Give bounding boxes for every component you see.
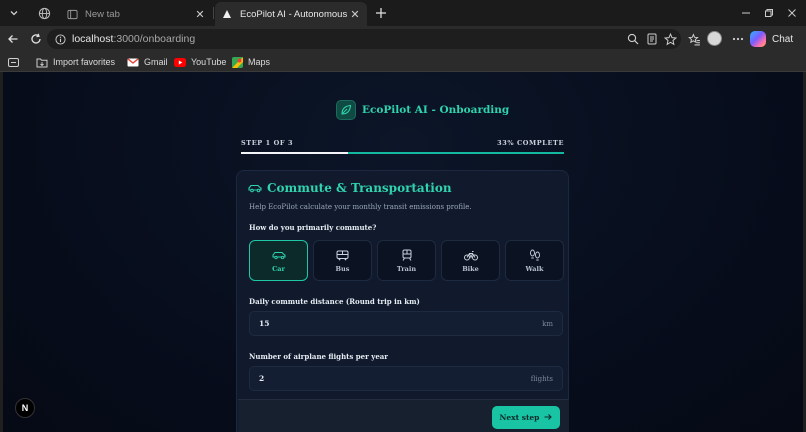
arrow-right-icon (544, 413, 553, 423)
url-path: :3000/onboarding (113, 33, 196, 45)
flights-value: 2 (259, 374, 265, 383)
bookmark-label: Import favorites (53, 57, 116, 67)
progress-label: 33% COMPLETE (497, 139, 564, 147)
step-label: STEP 1 OF 3 (241, 139, 294, 147)
commute-option-walk[interactable]: Walk (505, 240, 564, 281)
bike-icon (463, 248, 478, 262)
commute-question: How do you primarily commute? (249, 223, 377, 232)
restore-button[interactable] (760, 4, 778, 22)
dev-badge-label: N (21, 403, 29, 413)
more-options-icon[interactable] (731, 32, 745, 46)
tab-new-tab[interactable]: New tab ✕ (60, 2, 212, 26)
plus-icon (376, 8, 386, 18)
url-host: localhost (72, 33, 114, 45)
favorites-icon[interactable] (687, 32, 701, 46)
copilot-chat-button[interactable]: Chat (750, 29, 793, 49)
site-info-icon[interactable] (53, 32, 67, 46)
tab-divider (213, 7, 214, 19)
bookmark-import-favorites[interactable]: Import favorites (36, 55, 115, 69)
page-viewport: EcoPilot AI - Onboarding STEP 1 OF 3 33%… (3, 72, 803, 432)
new-tab-button[interactable] (372, 4, 390, 22)
card-subtitle: Help EcoPilot calculate your monthly tra… (249, 203, 472, 211)
card-heading: Commute & Transportation (248, 181, 452, 195)
close-icon[interactable]: ✕ (348, 7, 362, 21)
car-icon (272, 248, 286, 262)
tab-actions-menu[interactable] (5, 4, 23, 22)
page-title: EcoPilot AI - Onboarding (362, 104, 510, 116)
profile-avatar[interactable] (707, 31, 722, 46)
close-icon[interactable]: ✕ (193, 7, 207, 21)
folder-icon (36, 56, 48, 68)
commute-option-train[interactable]: Train (377, 240, 436, 281)
commute-option-car[interactable]: Car (249, 240, 308, 281)
reload-button[interactable] (27, 30, 45, 48)
minimize-button[interactable] (737, 4, 755, 22)
bookmarks-bar: Import favorites Gmail YouTube Maps (0, 52, 806, 72)
option-label: Bike (462, 265, 479, 273)
address-bar[interactable]: localhost:3000/onboarding (47, 29, 681, 49)
commute-option-bus[interactable]: Bus (313, 240, 372, 281)
distance-value: 15 (259, 319, 270, 328)
triangle-logo-icon (220, 7, 234, 21)
progress-bar (241, 152, 564, 154)
nextjs-dev-indicator[interactable]: N (15, 398, 35, 418)
card-title: Commute & Transportation (267, 181, 452, 195)
url-text: localhost:3000/onboarding (72, 33, 195, 45)
minimize-icon (742, 12, 750, 14)
refresh-icon (31, 33, 41, 44)
page-icon (65, 7, 79, 21)
brand-header: EcoPilot AI - Onboarding (336, 100, 509, 120)
reader-view-icon[interactable] (645, 32, 659, 46)
flights-input[interactable]: 2 flights (249, 366, 563, 391)
bookmarks-icon (7, 56, 19, 68)
step-indicator: STEP 1 OF 3 33% COMPLETE (241, 139, 564, 147)
next-step-button[interactable]: Next step (492, 406, 560, 429)
zoom-icon[interactable] (626, 32, 640, 46)
bookmark-maps[interactable]: Maps (231, 55, 270, 69)
option-label: Bus (335, 265, 350, 273)
close-window-button[interactable] (783, 4, 801, 22)
next-step-label: Next step (499, 413, 540, 422)
option-label: Walk (525, 265, 544, 273)
copilot-icon (750, 31, 766, 47)
bookmark-label: Gmail (144, 57, 168, 67)
train-icon (400, 248, 414, 262)
flights-label: Number of airplane flights per year (249, 352, 388, 361)
youtube-icon (174, 56, 186, 68)
tab-ecopilot[interactable]: EcoPilot AI - Autonomous Carbon ✕ (215, 2, 367, 26)
tab-strip: New tab ✕ EcoPilot AI - Autonomous Carbo… (0, 0, 806, 26)
bookmarks-menu-button[interactable] (7, 55, 24, 69)
option-label: Car (272, 265, 285, 273)
car-icon (248, 181, 262, 195)
maps-icon (231, 56, 243, 68)
bookmark-youtube[interactable]: YouTube (174, 55, 226, 69)
commute-option-bike[interactable]: Bike (441, 240, 500, 281)
footprints-icon (528, 248, 542, 262)
gmail-icon (127, 56, 139, 68)
progress-bar-fill (241, 152, 348, 154)
bus-icon (336, 248, 350, 262)
bookmark-gmail[interactable]: Gmail (127, 55, 168, 69)
star-icon[interactable] (663, 32, 677, 46)
globe-icon[interactable] (36, 5, 52, 21)
arrow-left-icon (8, 35, 18, 43)
back-button[interactable] (4, 30, 22, 48)
chevron-down-icon (10, 11, 18, 16)
bookmark-label: Maps (248, 57, 271, 67)
leaf-icon (336, 100, 356, 120)
distance-unit: km (542, 319, 553, 328)
distance-label: Daily commute distance (Round trip in km… (249, 297, 420, 306)
onboarding-card: Commute & Transportation Help EcoPilot c… (236, 170, 569, 432)
chat-label: Chat (772, 33, 794, 45)
tab-title: EcoPilot AI - Autonomous Carbon (240, 8, 348, 20)
card-footer: Next step (238, 399, 569, 432)
tab-title: New tab (85, 8, 120, 20)
flights-unit: flights (530, 374, 553, 383)
option-label: Train (396, 265, 417, 273)
distance-input[interactable]: 15 km (249, 311, 563, 336)
restore-icon (765, 9, 773, 17)
close-icon (788, 9, 796, 17)
bookmark-label: YouTube (191, 57, 227, 67)
